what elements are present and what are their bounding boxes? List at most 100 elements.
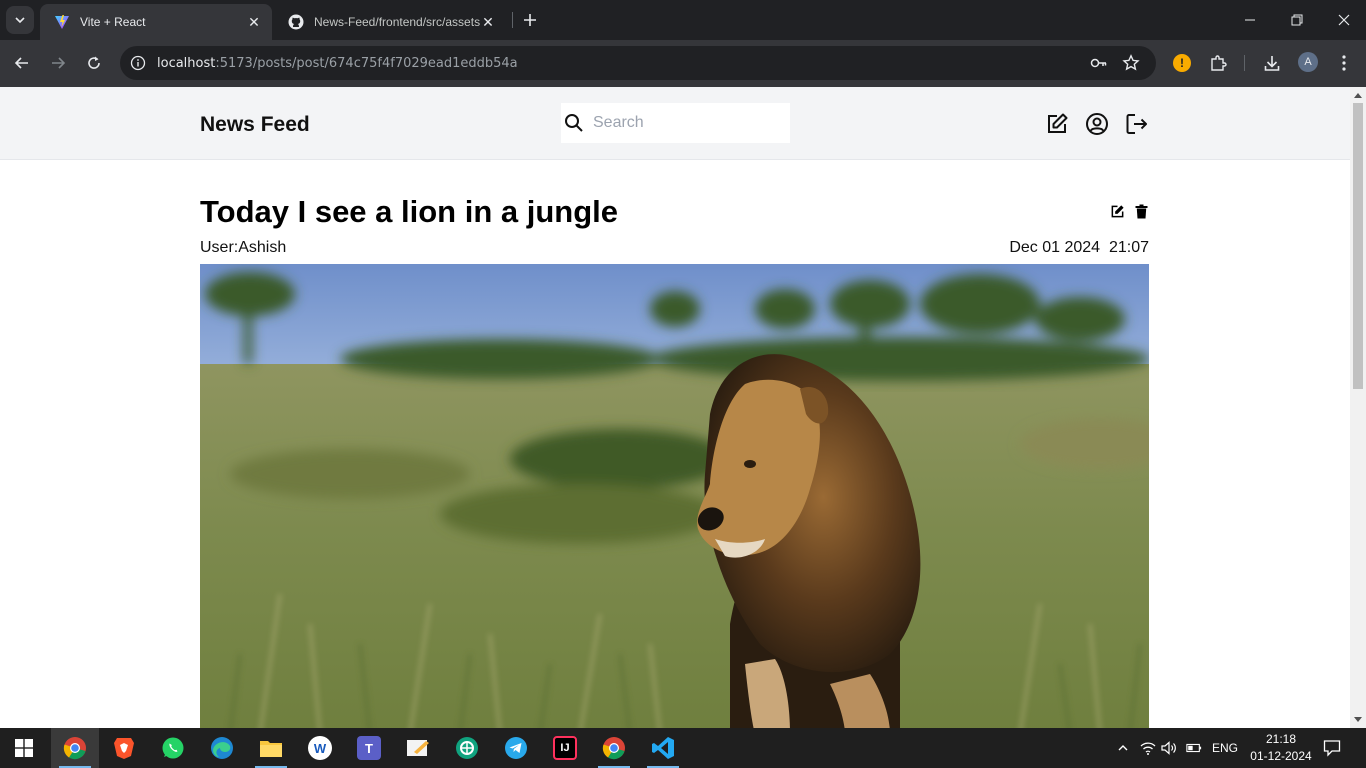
chrome-icon xyxy=(63,737,86,760)
close-window-button[interactable] xyxy=(1334,10,1354,30)
start-button[interactable] xyxy=(0,728,48,768)
forward-button[interactable] xyxy=(47,52,69,74)
chevron-down-icon xyxy=(15,17,25,24)
taskbar-edge[interactable] xyxy=(198,728,246,768)
search-box[interactable] xyxy=(561,103,790,143)
chevron-up-icon xyxy=(1118,745,1128,751)
minimize-button[interactable] xyxy=(1240,10,1260,30)
site-header: News Feed xyxy=(0,87,1350,160)
taskbar-intellij[interactable]: IJ xyxy=(541,728,589,768)
browser-toolbar: localhost:5173/posts/post/674c75f4f7029e… xyxy=(0,40,1366,87)
scroll-down-arrow-icon[interactable] xyxy=(1354,717,1362,722)
plus-icon xyxy=(524,14,536,26)
taskbar-vscode[interactable] xyxy=(639,728,687,768)
profile-icon[interactable] xyxy=(1085,112,1109,136)
page-viewport: News Feed Today I see a lion in a jungle… xyxy=(0,87,1350,728)
taskbar-telegram[interactable] xyxy=(492,728,540,768)
taskbar-chrome[interactable] xyxy=(51,728,99,768)
wifi-icon[interactable] xyxy=(1140,740,1156,756)
scroll-up-arrow-icon[interactable] xyxy=(1354,93,1362,98)
taskbar-teams[interactable]: T xyxy=(345,728,393,768)
post-date: Dec 01 2024 21:07 xyxy=(1009,239,1149,256)
edit-post-icon[interactable] xyxy=(1109,203,1125,219)
folder-icon xyxy=(260,741,282,757)
search-icon xyxy=(564,113,584,133)
downloads-button[interactable] xyxy=(1261,52,1283,74)
address-bar[interactable]: localhost:5173/posts/post/674c75f4f7029e… xyxy=(120,46,1156,80)
restore-icon xyxy=(1291,14,1303,26)
taskbar-word[interactable]: W xyxy=(296,728,344,768)
reload-button[interactable] xyxy=(83,52,105,74)
clock-time: 21:18 xyxy=(1265,732,1297,746)
notification-center-button[interactable] xyxy=(1323,739,1341,757)
telegram-icon xyxy=(505,737,527,759)
github-icon xyxy=(288,14,304,30)
search-input[interactable] xyxy=(593,114,773,132)
tab-title: News-Feed/frontend/src/assets xyxy=(314,15,480,29)
windows-taskbar: W T IJ ENG 21:18 01-12-2024 xyxy=(0,728,1366,768)
site-info-icon[interactable] xyxy=(130,55,146,71)
password-key-icon[interactable] xyxy=(1090,54,1108,72)
word-icon: W xyxy=(308,736,332,760)
site-brand[interactable]: News Feed xyxy=(200,113,310,137)
delete-post-icon[interactable] xyxy=(1133,203,1149,219)
tab-title: Vite + React xyxy=(80,15,146,29)
system-clock[interactable]: 21:18 01-12-2024 xyxy=(1248,731,1314,765)
tab-separator xyxy=(512,12,513,28)
close-icon xyxy=(1338,14,1350,26)
taskbar-chrome-profile[interactable] xyxy=(590,728,638,768)
toolbar-divider xyxy=(1244,55,1245,71)
post-title: Today I see a lion in a jungle xyxy=(200,194,619,229)
chrome-menu-button[interactable] xyxy=(1333,52,1355,74)
whatsapp-icon xyxy=(162,737,184,759)
url-text: localhost:5173/posts/post/674c75f4f7029e… xyxy=(157,56,518,71)
taskbar-file-explorer[interactable] xyxy=(247,728,295,768)
kebab-menu-icon xyxy=(1342,55,1346,71)
language-indicator[interactable]: ENG xyxy=(1212,741,1238,755)
volume-icon[interactable] xyxy=(1161,740,1177,756)
bookmark-star-icon[interactable] xyxy=(1122,54,1140,72)
vite-icon xyxy=(55,15,69,29)
page-scrollbar[interactable] xyxy=(1350,87,1366,728)
brave-icon xyxy=(114,738,134,759)
close-tab-icon[interactable]: ✕ xyxy=(246,14,262,30)
url-path: :5173/posts/post/674c75f4f7029ead1eddb54… xyxy=(215,55,518,71)
intellij-icon: IJ xyxy=(553,736,577,760)
download-icon xyxy=(1264,56,1280,71)
back-arrow-icon xyxy=(14,57,28,69)
new-tab-button[interactable] xyxy=(520,10,540,30)
extension-icon[interactable]: ! xyxy=(1173,54,1191,72)
create-post-icon[interactable] xyxy=(1045,112,1069,136)
close-tab-icon[interactable]: ✕ xyxy=(480,14,496,30)
tab-github[interactable]: News-Feed/frontend/src/assets ✕ xyxy=(274,4,506,40)
scrollbar-thumb[interactable] xyxy=(1353,103,1363,389)
profile-avatar[interactable]: A xyxy=(1298,52,1318,72)
tab-search-button[interactable] xyxy=(6,6,34,34)
taskbar-whatsapp[interactable] xyxy=(149,728,197,768)
taskbar-brave[interactable] xyxy=(100,728,148,768)
show-hidden-icons-button[interactable] xyxy=(1115,740,1131,756)
extensions-button[interactable] xyxy=(1207,52,1229,74)
whiteboard-icon xyxy=(407,740,429,756)
back-button[interactable] xyxy=(11,52,33,74)
browser-tab-strip: Vite + React ✕ News-Feed/frontend/src/as… xyxy=(0,0,1366,40)
minimize-icon xyxy=(1245,19,1255,21)
lion-photo xyxy=(200,264,1149,728)
chatgpt-icon xyxy=(456,737,478,759)
windows-logo-icon xyxy=(15,739,33,757)
restore-button[interactable] xyxy=(1287,10,1307,30)
logout-icon[interactable] xyxy=(1125,112,1149,136)
puzzle-icon xyxy=(1211,55,1227,71)
clock-date: 01-12-2024 xyxy=(1250,749,1312,763)
battery-icon[interactable] xyxy=(1186,740,1202,756)
tab-vite-react[interactable]: Vite + React ✕ xyxy=(40,4,272,40)
chrome-icon xyxy=(602,737,625,760)
edge-icon xyxy=(211,737,233,759)
notification-icon xyxy=(1323,740,1341,757)
post-author: User:Ashish xyxy=(200,239,287,256)
forward-arrow-icon xyxy=(52,57,66,69)
url-host: localhost xyxy=(157,55,216,71)
taskbar-whiteboard[interactable] xyxy=(394,728,442,768)
reload-icon xyxy=(88,56,100,69)
taskbar-chatgpt[interactable] xyxy=(443,728,491,768)
